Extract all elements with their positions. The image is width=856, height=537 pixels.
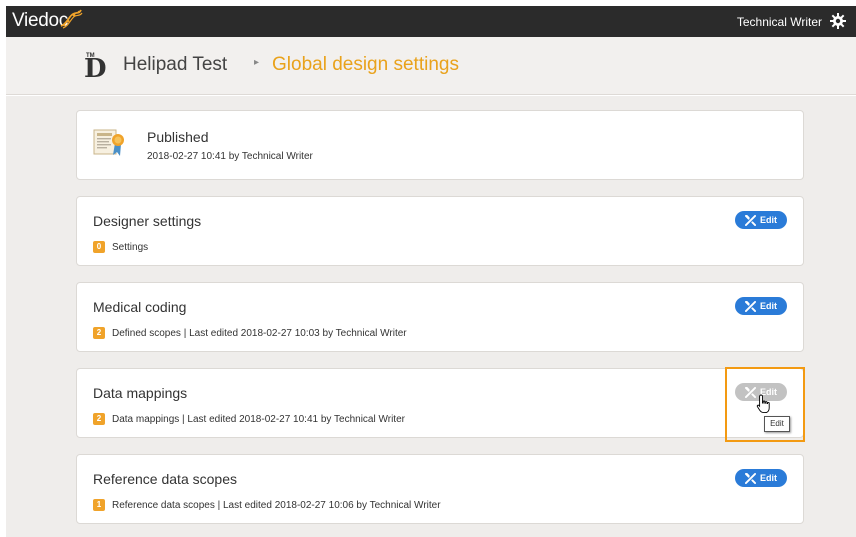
count-badge: 0 — [93, 241, 105, 253]
edit-button[interactable]: Edit — [735, 211, 787, 229]
tools-icon — [745, 214, 756, 226]
edit-button[interactable]: Edit — [735, 469, 787, 487]
tools-icon — [745, 472, 756, 484]
section-summary: 1 Reference data scopes | Last edited 20… — [93, 499, 441, 511]
section-summary-text: Defined scopes | Last edited 2018-02-27 … — [112, 327, 407, 339]
published-subtitle: 2018-02-27 10:41 by Technical Writer — [147, 151, 313, 162]
section-title: Medical coding — [93, 299, 187, 315]
section-summary-text: Reference data scopes | Last edited 2018… — [112, 499, 441, 511]
edit-button[interactable]: Edit — [735, 297, 787, 315]
breadcrumb-study[interactable]: Helipad Test — [123, 54, 227, 76]
section-summary: 0 Settings — [93, 241, 148, 253]
study-d-icon: TM D — [84, 53, 107, 84]
hand-pointer-icon — [756, 394, 770, 414]
edit-button-label: Edit — [760, 301, 777, 311]
count-badge: 2 — [93, 413, 105, 425]
edit-button-label: Edit — [760, 215, 777, 225]
edit-button-label: Edit — [760, 473, 777, 483]
user-menu[interactable]: Technical Writer — [737, 15, 822, 29]
section-title: Reference data scopes — [93, 471, 237, 487]
edit-tooltip: Edit — [764, 416, 790, 432]
main-content: Published 2018-02-27 10:41 by Technical … — [6, 96, 856, 537]
tools-icon — [745, 300, 756, 312]
section-summary-text: Settings — [112, 241, 149, 253]
section-designer-settings: Designer settings 0 Settings Edit — [76, 196, 804, 266]
section-title: Designer settings — [93, 213, 202, 229]
count-badge: 1 — [93, 499, 105, 511]
section-reference-data-scopes: Reference data scopes 1 Reference data s… — [76, 454, 804, 524]
section-summary: 2 Data mappings | Last edited 2018-02-27… — [93, 413, 405, 425]
breadcrumb-separator-icon: ▸ — [254, 57, 260, 68]
count-badge: 2 — [93, 327, 105, 339]
dna-icon — [60, 9, 83, 29]
top-bar: Viedoc Technical Writer — [6, 6, 856, 37]
certificate-icon — [93, 129, 124, 156]
published-title: Published — [147, 129, 209, 145]
breadcrumb: TM D Helipad Test ▸ Global design setting… — [6, 37, 856, 95]
section-medical-coding: Medical coding 2 Defined scopes | Last e… — [76, 282, 804, 352]
section-data-mappings: Data mappings 2 Data mappings | Last edi… — [76, 368, 804, 438]
published-card: Published 2018-02-27 10:41 by Technical … — [76, 110, 804, 180]
section-title: Data mappings — [93, 385, 188, 401]
section-summary: 2 Defined scopes | Last edited 2018-02-2… — [93, 327, 407, 339]
section-summary-text: Data mappings | Last edited 2018-02-27 1… — [112, 413, 405, 425]
gear-icon[interactable] — [830, 13, 846, 29]
page-title: Global design settings — [272, 54, 459, 75]
